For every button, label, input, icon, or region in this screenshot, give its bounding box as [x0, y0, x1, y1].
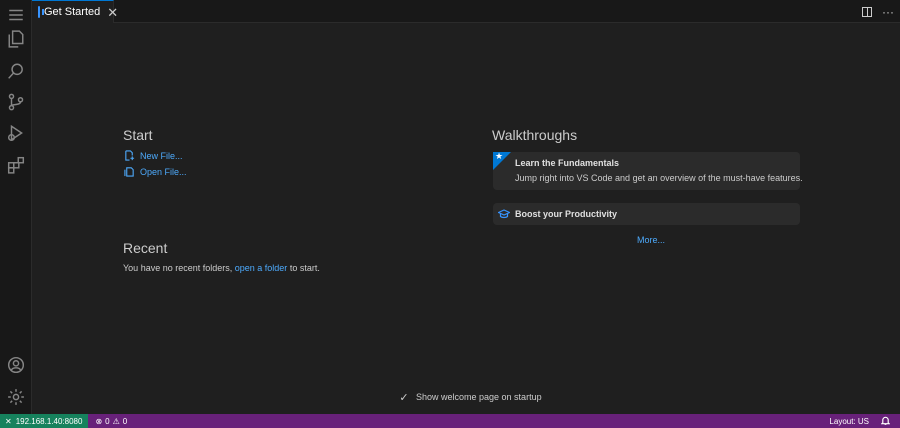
- error-icon: ⊗: [95, 416, 103, 426]
- tab-close-icon[interactable]: ✕: [107, 6, 118, 19]
- account-icon[interactable]: [0, 350, 32, 380]
- open-folder-link[interactable]: open a folder: [235, 263, 288, 273]
- open-file-label: Open File...: [140, 166, 187, 177]
- recent-text-before: You have no recent folders,: [123, 263, 233, 273]
- error-count: 0: [105, 416, 110, 426]
- tab-label: Get Started: [44, 6, 101, 18]
- remote-address: 192.168.1.40:8080: [15, 416, 83, 426]
- warning-count: 0: [122, 416, 128, 426]
- settings-gear-icon[interactable]: [0, 382, 32, 412]
- walkthrough-card-fundamentals[interactable]: ★ Learn the Fundamentals Jump right into…: [493, 151, 803, 190]
- tab-bar: Get Started ✕ ···: [32, 0, 900, 23]
- more-walkthroughs-link[interactable]: More...: [637, 235, 665, 245]
- open-file-link[interactable]: Open File...: [124, 166, 187, 177]
- new-file-icon: [125, 150, 135, 161]
- remote-icon: ✕: [5, 416, 12, 426]
- problems-indicator[interactable]: ⊗ 0 ⚠ 0: [95, 417, 127, 426]
- new-file-link[interactable]: New File...: [124, 150, 183, 161]
- welcome-page: Start New File... Open File... Recent Yo…: [32, 23, 900, 414]
- notifications-bell-icon[interactable]: [880, 416, 891, 427]
- graduation-cap-icon: [497, 208, 511, 220]
- explorer-icon[interactable]: [0, 24, 32, 54]
- start-heading: Start: [123, 127, 153, 143]
- open-file-icon: [124, 167, 134, 177]
- run-debug-icon[interactable]: [0, 118, 32, 148]
- recent-text-after: to start.: [289, 263, 320, 273]
- walkthroughs-heading: Walkthroughs: [492, 127, 578, 143]
- startup-checkbox-row: ✓ Show welcome page on startup: [398, 391, 542, 404]
- extensions-icon[interactable]: [0, 150, 32, 180]
- startup-checkbox-label: Show welcome page on startup: [416, 392, 542, 402]
- activity-bar: [0, 0, 32, 414]
- card-description: Jump right into VS Code and get an overv…: [515, 173, 803, 183]
- editor-actions: ···: [862, 0, 894, 23]
- keyboard-layout[interactable]: Layout: US: [829, 417, 869, 426]
- get-started-tab-icon: [38, 6, 44, 18]
- source-control-icon[interactable]: [0, 87, 32, 117]
- warning-icon: ⚠: [112, 416, 120, 426]
- show-on-startup-checkbox[interactable]: ✓: [398, 391, 410, 404]
- more-actions-icon[interactable]: ···: [882, 5, 894, 19]
- split-editor-icon[interactable]: [862, 6, 872, 17]
- card-title: Learn the Fundamentals: [515, 158, 620, 168]
- tab-get-started[interactable]: Get Started ✕: [32, 0, 118, 23]
- card-title: Boost your Productivity: [515, 209, 618, 219]
- new-file-label: New File...: [140, 150, 183, 161]
- recent-message: You have no recent folders, open a folde…: [123, 263, 320, 273]
- status-bar: ✕ 192.168.1.40:8080 ⊗ 0 ⚠ 0 Layout: US: [0, 414, 900, 428]
- star-icon: ★: [495, 151, 504, 161]
- walkthrough-card-productivity[interactable]: Boost your Productivity: [493, 203, 800, 225]
- recent-heading: Recent: [123, 240, 168, 256]
- status-bar-right: Layout: US: [829, 414, 891, 428]
- search-icon[interactable]: [0, 56, 32, 86]
- remote-indicator[interactable]: ✕ 192.168.1.40:8080: [0, 414, 89, 428]
